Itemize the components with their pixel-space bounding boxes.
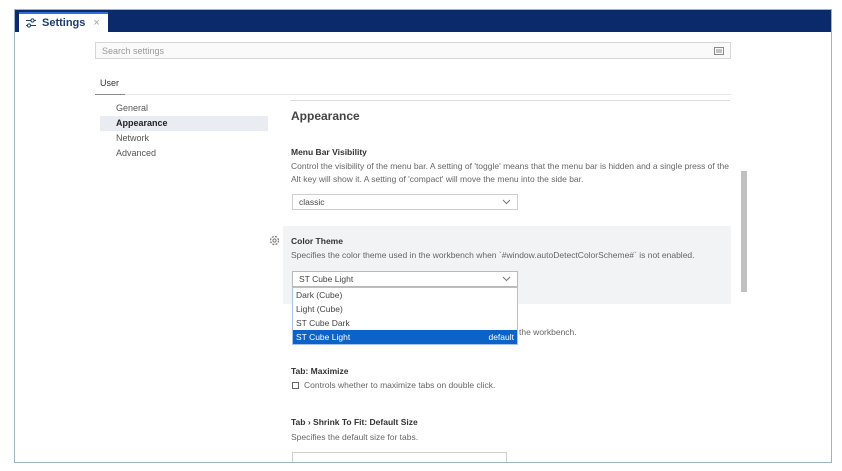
dropdown-option-light-cube[interactable]: Light (Cube) [293, 302, 517, 316]
chevron-down-icon [502, 276, 511, 282]
dropdown-option-st-cube-light[interactable]: ST Cube Light default [293, 330, 517, 344]
dropdown-option-st-cube-dark[interactable]: ST Cube Dark [293, 316, 517, 330]
menu-bar-visibility-description: Control the visibility of the menu bar. … [291, 161, 729, 184]
tab-title: Settings [42, 17, 86, 29]
option-label: ST Cube Dark [296, 318, 350, 328]
tab-shrink-title: Tab › Shrink To Fit: Default Size [291, 417, 418, 427]
option-label: Light (Cube) [296, 304, 343, 314]
scope-active-indicator [95, 94, 125, 95]
sliders-icon [25, 17, 37, 29]
default-badge: default [488, 332, 514, 342]
color-theme-dropdown: Dark (Cube) Light (Cube) ST Cube Dark ST… [292, 287, 518, 345]
editor-tab-bar: Settings × [15, 10, 831, 32]
select-value: classic [299, 197, 325, 207]
color-theme-title: Color Theme [291, 236, 343, 246]
settings-toc: General Appearance Network Advanced [100, 101, 268, 161]
tab-maximize-title: Tab: Maximize [291, 366, 349, 376]
tab-shrink-default-size-select[interactable] [292, 452, 507, 462]
settings-editor: Settings × User General Appearance Netwo… [14, 9, 832, 463]
scope-divider [95, 94, 731, 95]
option-label: Dark (Cube) [296, 290, 343, 300]
close-icon[interactable]: × [93, 17, 99, 29]
tab-maximize-row: Controls whether to maximize tabs on dou… [292, 379, 495, 392]
filter-icon[interactable] [714, 46, 724, 55]
tab-maximize-description: Controls whether to maximize tabs on dou… [304, 380, 496, 390]
menu-bar-visibility-select[interactable]: classic [292, 194, 518, 210]
content-divider [290, 100, 730, 101]
tab-maximize-checkbox[interactable] [292, 382, 299, 389]
toc-item-advanced[interactable]: Advanced [100, 146, 268, 161]
toc-item-network[interactable]: Network [100, 131, 268, 146]
search-bar [95, 42, 731, 59]
chevron-down-icon [502, 199, 511, 205]
color-theme-select[interactable]: ST Cube Light [292, 271, 518, 287]
option-label: ST Cube Light [296, 332, 351, 342]
vertical-scrollbar[interactable] [741, 171, 747, 292]
toc-item-appearance[interactable]: Appearance [100, 116, 268, 131]
color-theme-description: Specifies the color theme used in the wo… [291, 250, 695, 260]
dropdown-option-dark-cube[interactable]: Dark (Cube) [293, 288, 517, 302]
toc-item-general[interactable]: General [100, 101, 268, 116]
section-title: Appearance [291, 109, 360, 123]
tab-settings[interactable]: Settings × [19, 12, 108, 32]
tab-shrink-description: Specifies the default size for tabs. [291, 432, 419, 442]
select-value: ST Cube Light [299, 274, 354, 284]
search-input[interactable] [102, 45, 714, 56]
partially-hidden-description: the workbench. [519, 327, 577, 337]
scope-tab-user[interactable]: User [100, 78, 119, 88]
menu-bar-visibility-title: Menu Bar Visibility [291, 147, 367, 157]
gear-icon[interactable] [269, 235, 280, 246]
